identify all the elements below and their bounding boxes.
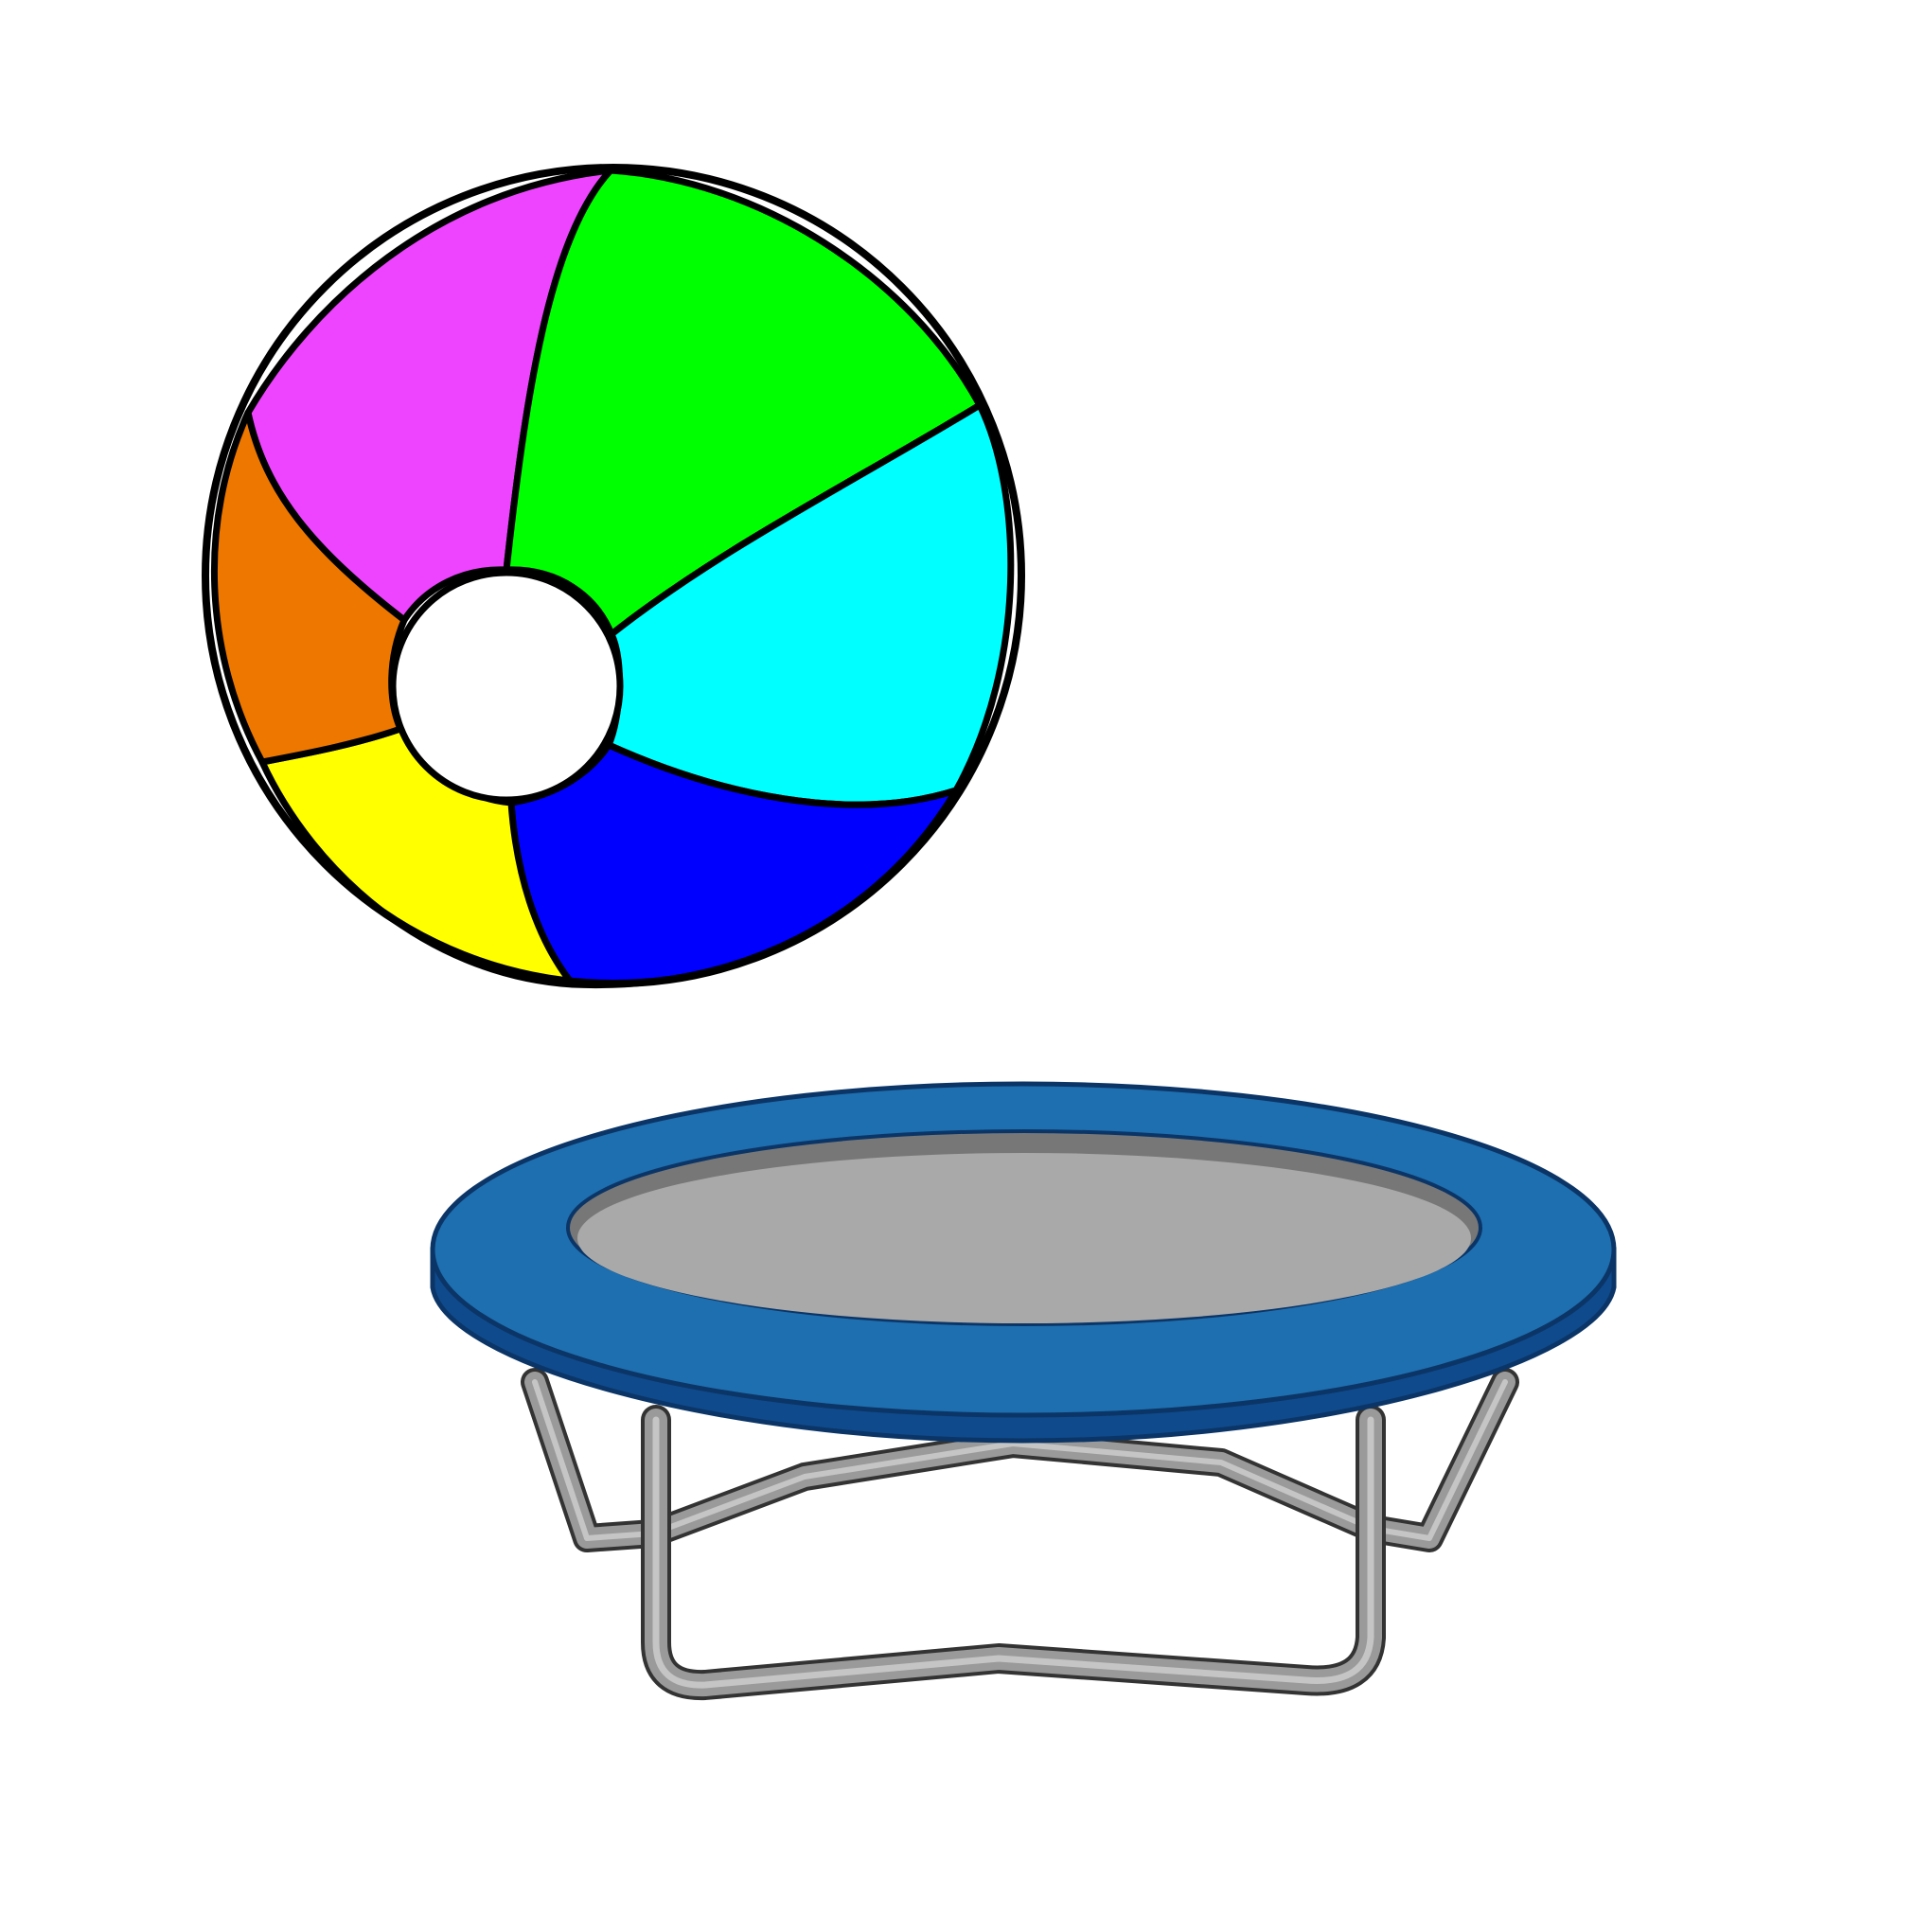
ball-center-disc	[389, 569, 624, 804]
background	[0, 0, 1932, 1932]
illustration-canvas	[0, 0, 1932, 1932]
trampoline-mat	[577, 1153, 1471, 1323]
